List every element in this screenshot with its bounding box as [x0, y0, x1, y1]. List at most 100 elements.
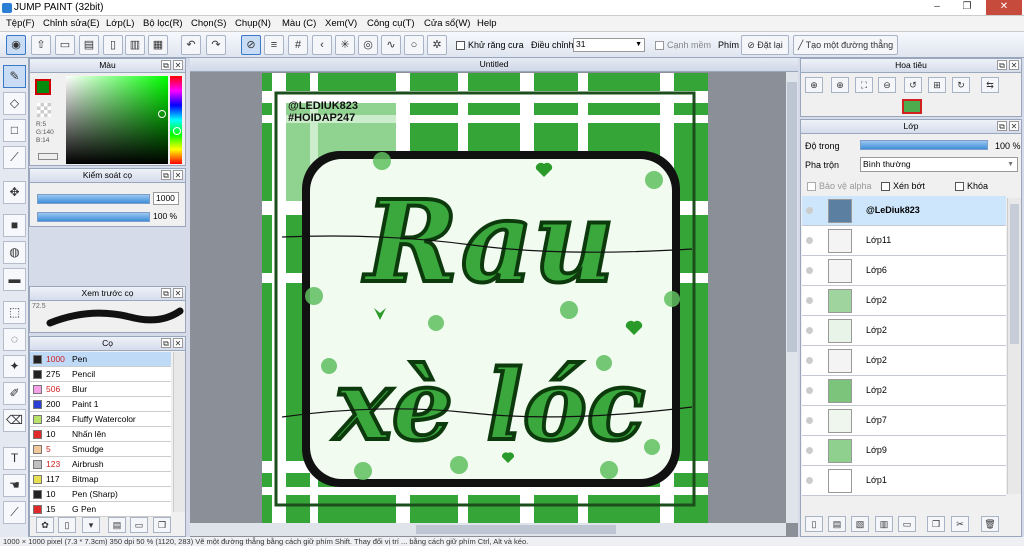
- concentric-icon[interactable]: ◎: [358, 35, 378, 55]
- lasso-icon[interactable]: ◌: [3, 328, 26, 351]
- undo-icon[interactable]: ↶: [181, 35, 201, 55]
- eraser-tool-icon[interactable]: ◇: [3, 92, 26, 115]
- artwork-canvas[interactable]: @LEDIUK823 #HOIDAP247 Rau xè lóc: [262, 73, 708, 523]
- layer-row[interactable]: Lớp2: [802, 346, 1006, 376]
- close-button[interactable]: ✕: [986, 0, 1022, 15]
- new-raster-icon[interactable]: ▤: [828, 516, 846, 532]
- adjust-dropdown[interactable]: 31 ▼: [573, 38, 645, 52]
- rotate-right-icon[interactable]: ↻: [952, 77, 970, 93]
- brush-list-scrollbar[interactable]: [173, 352, 185, 512]
- layer-row[interactable]: Lớp7: [802, 406, 1006, 436]
- panel-float-icon[interactable]: ⧉: [997, 60, 1007, 70]
- panel-close-icon[interactable]: ✕: [173, 60, 183, 70]
- delete-layer-icon[interactable]: 🗑: [981, 516, 999, 532]
- panel-close-icon[interactable]: ✕: [173, 338, 183, 348]
- restore-button[interactable]: ❐: [956, 0, 978, 15]
- layer-row[interactable]: Lớp2: [802, 286, 1006, 316]
- magic-wand-icon[interactable]: ✦: [3, 355, 26, 378]
- panel-float-icon[interactable]: ⧉: [997, 121, 1007, 131]
- brush-item[interactable]: 1000 Pen: [30, 352, 171, 367]
- canvas-vertical-scrollbar[interactable]: [786, 72, 798, 523]
- color-mode-toggle[interactable]: [38, 153, 58, 160]
- layer-visibility-icon[interactable]: [806, 387, 813, 394]
- antialias-checkbox[interactable]: Khử răng cưa: [456, 40, 524, 51]
- layer-row[interactable]: Lớp2: [802, 316, 1006, 346]
- page-icon[interactable]: ▯: [103, 35, 123, 55]
- menu-color[interactable]: Màu (C): [282, 18, 316, 29]
- brush-duplicate-icon[interactable]: ❐: [153, 517, 171, 533]
- blend-mode-dropdown[interactable]: Bình thường ▼: [860, 157, 1018, 172]
- brush-settings-icon[interactable]: ✿: [36, 517, 54, 533]
- hue-slider[interactable]: [170, 76, 182, 164]
- reset-button[interactable]: ⊘ Đặt lại: [741, 35, 789, 55]
- ruler-off-icon[interactable]: ⊘: [241, 35, 261, 55]
- zoom-in-fit-icon[interactable]: ⊕: [805, 77, 823, 93]
- menu-edit[interactable]: Chỉnh sửa(E): [43, 18, 100, 29]
- hand-tool-icon[interactable]: ☚: [3, 474, 26, 497]
- brush-copy-icon[interactable]: ▤: [108, 517, 126, 533]
- lock-checkbox[interactable]: Khóa: [955, 181, 988, 192]
- bucket-tool-icon[interactable]: ◍: [3, 241, 26, 264]
- circle-ruler-icon[interactable]: ○: [404, 35, 424, 55]
- horizontal-scroll-thumb[interactable]: [416, 525, 616, 534]
- layer-list-scrollbar[interactable]: [1007, 198, 1021, 494]
- new-text-layer-icon[interactable]: ▧: [851, 516, 869, 532]
- symmetry-icon[interactable]: ✲: [427, 35, 447, 55]
- layer-visibility-icon[interactable]: [806, 477, 813, 484]
- brush-item[interactable]: 117 Bitmap: [30, 472, 171, 487]
- layer-row[interactable]: Lớp11: [802, 226, 1006, 256]
- brush-item[interactable]: 506 Blur: [30, 382, 171, 397]
- panel-float-icon[interactable]: ⧉: [161, 288, 171, 298]
- brush-item[interactable]: 15 G Pen: [30, 502, 171, 517]
- vertical-scroll-thumb[interactable]: [787, 82, 797, 352]
- parallel-ruler-icon[interactable]: ≡: [264, 35, 284, 55]
- layer-opacity-slider[interactable]: [860, 140, 988, 150]
- grid-ruler-icon[interactable]: #: [288, 35, 308, 55]
- layer-visibility-icon[interactable]: [806, 297, 813, 304]
- brush-new-icon[interactable]: ▾: [82, 517, 100, 533]
- move-tool-icon[interactable]: ✥: [3, 181, 26, 204]
- brush-item[interactable]: 275 Pencil: [30, 367, 171, 382]
- layer-visibility-icon[interactable]: [806, 207, 813, 214]
- layer-scroll-thumb[interactable]: [1010, 204, 1019, 344]
- panel-close-icon[interactable]: ✕: [173, 170, 183, 180]
- menu-layer[interactable]: Lớp(L): [106, 18, 134, 29]
- merge-layer-icon[interactable]: ❐: [927, 516, 945, 532]
- folder-layer-icon[interactable]: ▭: [898, 516, 916, 532]
- soft-edge-checkbox[interactable]: Cạnh mềm: [655, 40, 711, 51]
- brush-size-value[interactable]: 1000: [153, 192, 179, 205]
- select-eraser-icon[interactable]: ⌫: [3, 409, 26, 432]
- navigator-thumbnail[interactable]: [902, 99, 922, 114]
- layer-row[interactable]: Lớp6: [802, 256, 1006, 286]
- perspective-icon[interactable]: ‹: [312, 35, 332, 55]
- copy-layer-icon[interactable]: ▥: [875, 516, 893, 532]
- fit-screen-icon[interactable]: ⛶: [855, 77, 873, 93]
- layer-visibility-icon[interactable]: [806, 327, 813, 334]
- layer-visibility-icon[interactable]: [806, 267, 813, 274]
- panel-close-icon[interactable]: ✕: [1009, 121, 1019, 131]
- eyedropper-icon[interactable]: ⟋: [3, 501, 26, 524]
- layer-row[interactable]: @LeDiuk823: [802, 196, 1006, 226]
- comment-icon[interactable]: ▭: [55, 35, 75, 55]
- layer-visibility-icon[interactable]: [806, 447, 813, 454]
- gradient-tool-icon[interactable]: ▬: [3, 268, 26, 291]
- clear-layer-icon[interactable]: ✂: [951, 516, 969, 532]
- protect-alpha-checkbox[interactable]: Bảo vệ alpha: [807, 181, 872, 192]
- menu-window[interactable]: Cửa sổ(W): [424, 18, 470, 29]
- menu-view[interactable]: Xem(V): [325, 18, 357, 29]
- layer-visibility-icon[interactable]: [806, 237, 813, 244]
- panel-close-icon[interactable]: ✕: [173, 288, 183, 298]
- brush-item[interactable]: 284 Fluffy Watercolor: [30, 412, 171, 427]
- line-tool-icon[interactable]: ⟋: [3, 146, 26, 169]
- panel-close-icon[interactable]: ✕: [1009, 60, 1019, 70]
- select-rect-icon[interactable]: ⬚: [3, 301, 26, 324]
- color-sv-picker[interactable]: [66, 76, 168, 164]
- grid-icon[interactable]: ▦: [148, 35, 168, 55]
- cloud-icon[interactable]: ◉: [6, 35, 26, 55]
- flip-icon[interactable]: ⇆: [981, 77, 999, 93]
- panel-float-icon[interactable]: ⧉: [161, 170, 171, 180]
- select-pen-icon[interactable]: ✐: [3, 382, 26, 405]
- redo-icon[interactable]: ↷: [206, 35, 226, 55]
- brush-item[interactable]: 5 Smudge: [30, 442, 171, 457]
- panel-float-icon[interactable]: ⧉: [161, 338, 171, 348]
